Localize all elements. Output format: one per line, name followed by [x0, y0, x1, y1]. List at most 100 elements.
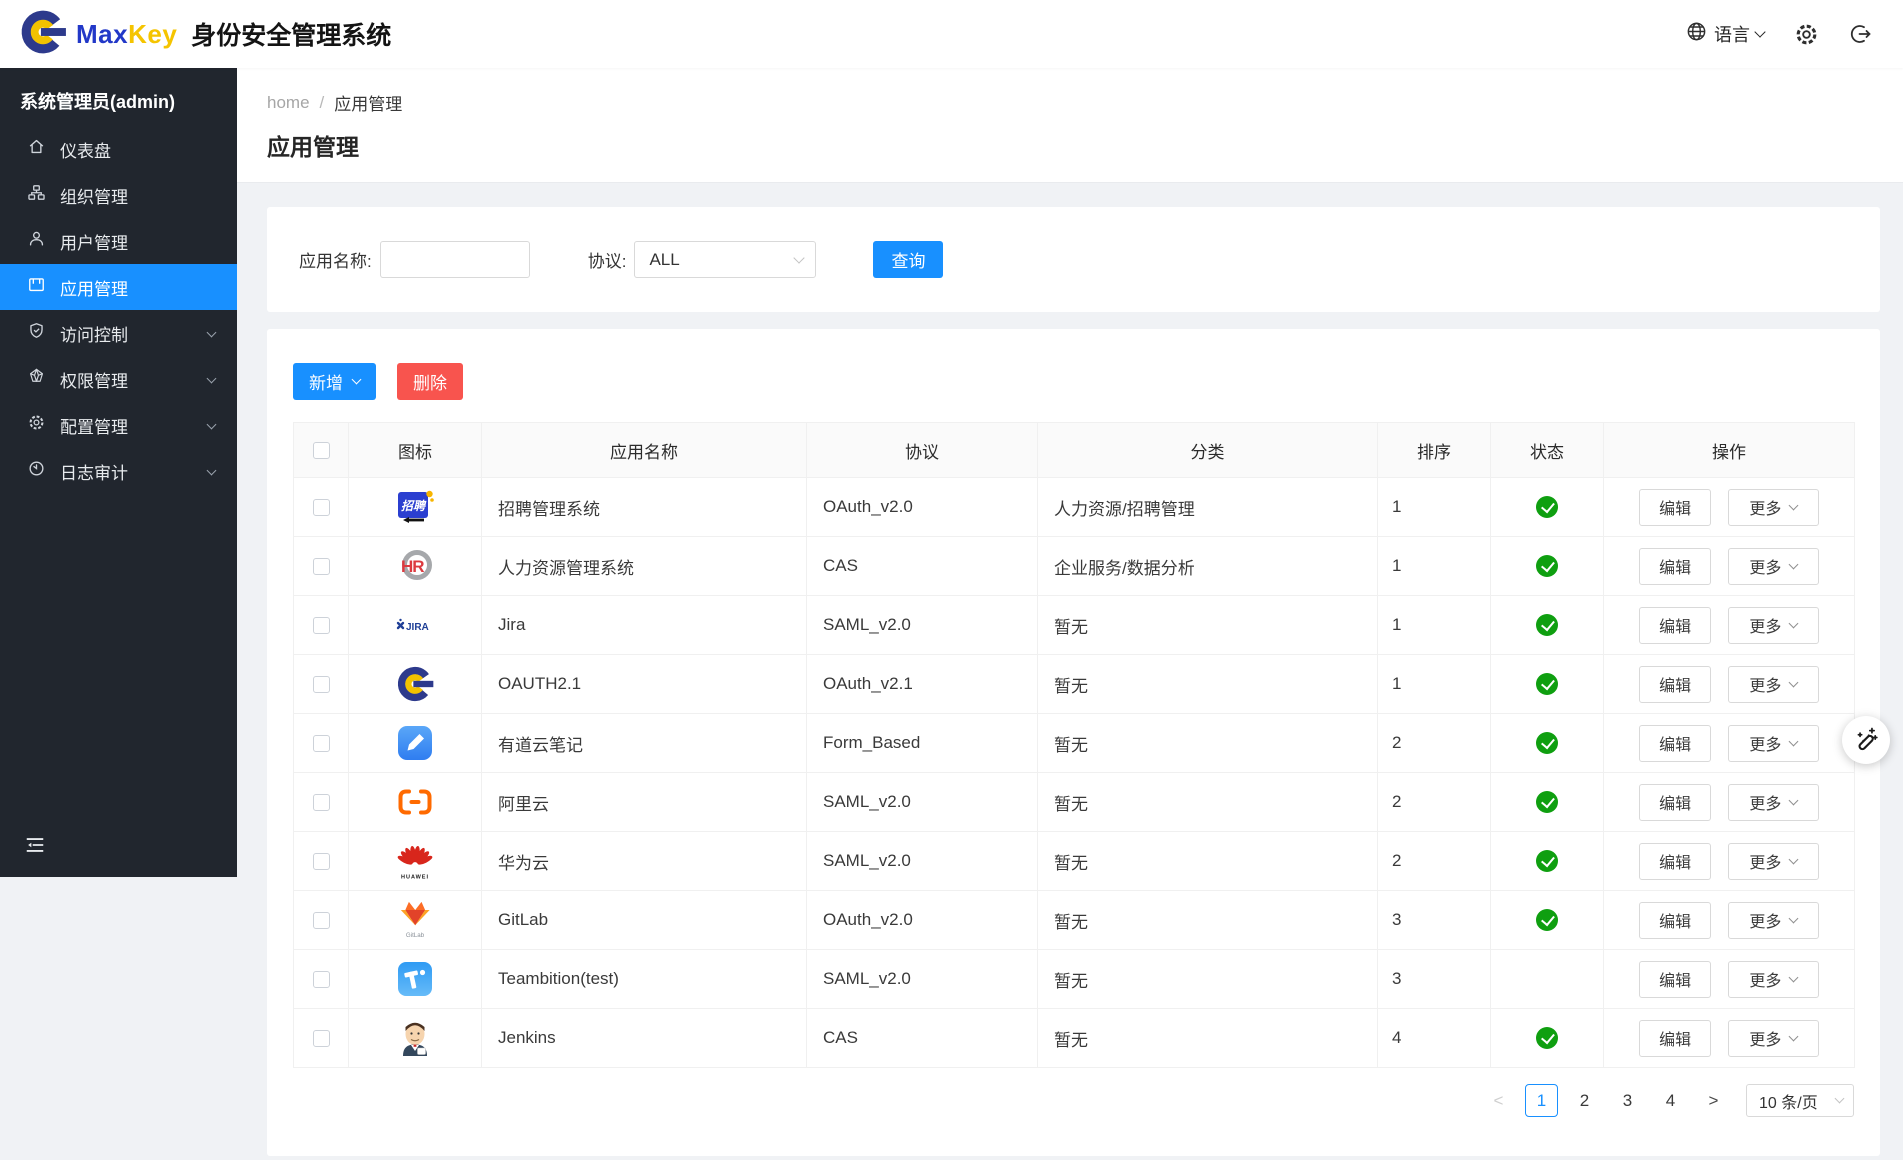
teambition-icon: [395, 959, 435, 999]
theme-wand-button[interactable]: [1842, 716, 1890, 764]
more-button[interactable]: 更多: [1728, 961, 1819, 998]
chevron-down-icon: [1754, 26, 1765, 37]
edit-button[interactable]: 编辑: [1639, 843, 1711, 880]
chevron-down-icon: [794, 252, 805, 263]
app-protocol: SAML_v2.0: [807, 773, 1038, 832]
page-title: 应用管理: [267, 128, 1903, 162]
sidebar-item-dashboard[interactable]: 仪表盘: [0, 126, 237, 172]
svg-text:HR: HR: [401, 557, 424, 576]
row-checkbox[interactable]: [313, 912, 330, 929]
aliyun-icon: [395, 782, 435, 822]
top-header: MaxKey 身份安全管理系统 语言: [0, 0, 1903, 68]
edit-button[interactable]: 编辑: [1639, 607, 1711, 644]
edit-button[interactable]: 编辑: [1639, 548, 1711, 585]
edit-button[interactable]: 编辑: [1639, 1020, 1711, 1057]
sidebar-item-permissions[interactable]: 权限管理: [0, 356, 237, 402]
app-category: 暂无: [1038, 832, 1378, 891]
sidebar-item-audit-logs[interactable]: 日志审计: [0, 448, 237, 494]
app-sort: 1: [1378, 655, 1491, 714]
edit-button[interactable]: 编辑: [1639, 902, 1711, 939]
jenkins-icon: [395, 1018, 435, 1058]
applications-table: 图标 应用名称 协议 分类 排序 状态 操作 招聘: [293, 422, 1855, 1068]
settings-button[interactable]: [1794, 22, 1819, 47]
row-checkbox[interactable]: [313, 971, 330, 988]
column-header-category: 分类: [1038, 423, 1378, 478]
edit-button[interactable]: 编辑: [1639, 666, 1711, 703]
more-button[interactable]: 更多: [1728, 489, 1819, 526]
row-checkbox[interactable]: [313, 853, 330, 870]
home-icon: [27, 137, 46, 161]
breadcrumb-home-link[interactable]: home: [267, 93, 310, 113]
svg-text:JIRA: JIRA: [406, 622, 429, 633]
row-checkbox[interactable]: [313, 558, 330, 575]
more-button[interactable]: 更多: [1728, 902, 1819, 939]
more-button[interactable]: 更多: [1728, 548, 1819, 585]
chevron-down-icon: [1789, 854, 1799, 864]
chevron-down-icon: [207, 373, 217, 383]
app-icon: [27, 275, 46, 299]
app-protocol: OAuth_v2.0: [807, 891, 1038, 950]
app-name: Teambition(test): [482, 950, 807, 1009]
row-checkbox[interactable]: [313, 676, 330, 693]
add-button[interactable]: 新增: [293, 363, 376, 400]
row-checkbox[interactable]: [313, 1030, 330, 1047]
previous-page-button[interactable]: <: [1482, 1084, 1515, 1117]
sidebar-item-label: 仪表盘: [60, 137, 111, 162]
app-name: 阿里云: [482, 773, 807, 832]
app-sort: 1: [1378, 537, 1491, 596]
brand-name: MaxKey: [76, 19, 177, 50]
app-category: 暂无: [1038, 655, 1378, 714]
row-checkbox[interactable]: [313, 794, 330, 811]
more-button[interactable]: 更多: [1728, 725, 1819, 762]
breadcrumb-current: 应用管理: [334, 90, 402, 115]
sidebar-item-configuration[interactable]: 配置管理: [0, 402, 237, 448]
more-button[interactable]: 更多: [1728, 1020, 1819, 1057]
chevron-down-icon: [1789, 1031, 1799, 1041]
maxkey-logo-icon: [18, 7, 68, 62]
row-checkbox[interactable]: [313, 735, 330, 752]
page-number-3[interactable]: 3: [1611, 1084, 1644, 1117]
app-protocol: SAML_v2.0: [807, 832, 1038, 891]
globe-icon: [1685, 20, 1708, 48]
chevron-down-icon: [1789, 559, 1799, 569]
more-button[interactable]: 更多: [1728, 784, 1819, 821]
logout-button[interactable]: [1849, 22, 1873, 46]
row-checkbox[interactable]: [313, 617, 330, 634]
more-button[interactable]: 更多: [1728, 843, 1819, 880]
table-row: GitLab GitLab OAuth_v2.0 暂无 3 编辑 更多: [294, 891, 1855, 950]
sidebar-item-applications[interactable]: 应用管理: [0, 264, 237, 310]
sidebar-item-label: 访问控制: [60, 321, 128, 346]
edit-button[interactable]: 编辑: [1639, 961, 1711, 998]
row-checkbox[interactable]: [313, 499, 330, 516]
sidebar-item-organizations[interactable]: 组织管理: [0, 172, 237, 218]
edit-button[interactable]: 编辑: [1639, 784, 1711, 821]
sidebar-item-access-control[interactable]: 访问控制: [0, 310, 237, 356]
page-number-2[interactable]: 2: [1568, 1084, 1601, 1117]
chevron-down-icon: [207, 465, 217, 475]
app-sort: 2: [1378, 832, 1491, 891]
delete-button[interactable]: 删除: [397, 363, 463, 400]
more-button[interactable]: 更多: [1728, 607, 1819, 644]
gem-icon: [27, 367, 46, 391]
next-page-button[interactable]: >: [1697, 1084, 1730, 1117]
sidebar-item-users[interactable]: 用户管理: [0, 218, 237, 264]
edit-button[interactable]: 编辑: [1639, 489, 1711, 526]
protocol-select[interactable]: ALL: [634, 241, 816, 278]
select-all-checkbox[interactable]: [313, 442, 330, 459]
page-size-select[interactable]: 10 条/页: [1746, 1084, 1854, 1117]
table-row: OAUTH2.1 OAuth_v2.1 暂无 1 编辑 更多: [294, 655, 1855, 714]
page-number-1[interactable]: 1: [1525, 1084, 1558, 1117]
language-switcher[interactable]: 语言: [1685, 20, 1764, 48]
table-row: HUAWEI 华为云 SAML_v2.0 暂无 2 编辑 更多: [294, 832, 1855, 891]
collapse-sidebar-button[interactable]: [24, 834, 46, 861]
edit-button[interactable]: 编辑: [1639, 725, 1711, 762]
system-title: 身份安全管理系统: [191, 16, 391, 52]
search-button[interactable]: 查询: [873, 241, 943, 278]
app-name-input[interactable]: [380, 241, 530, 278]
svg-text:HUAWEI: HUAWEI: [401, 875, 429, 881]
chevron-down-icon: [1789, 677, 1799, 687]
page-number-4[interactable]: 4: [1654, 1084, 1687, 1117]
more-button[interactable]: 更多: [1728, 666, 1819, 703]
language-label: 语言: [1714, 21, 1750, 47]
huawei-cloud-icon: HUAWEI: [395, 841, 435, 881]
